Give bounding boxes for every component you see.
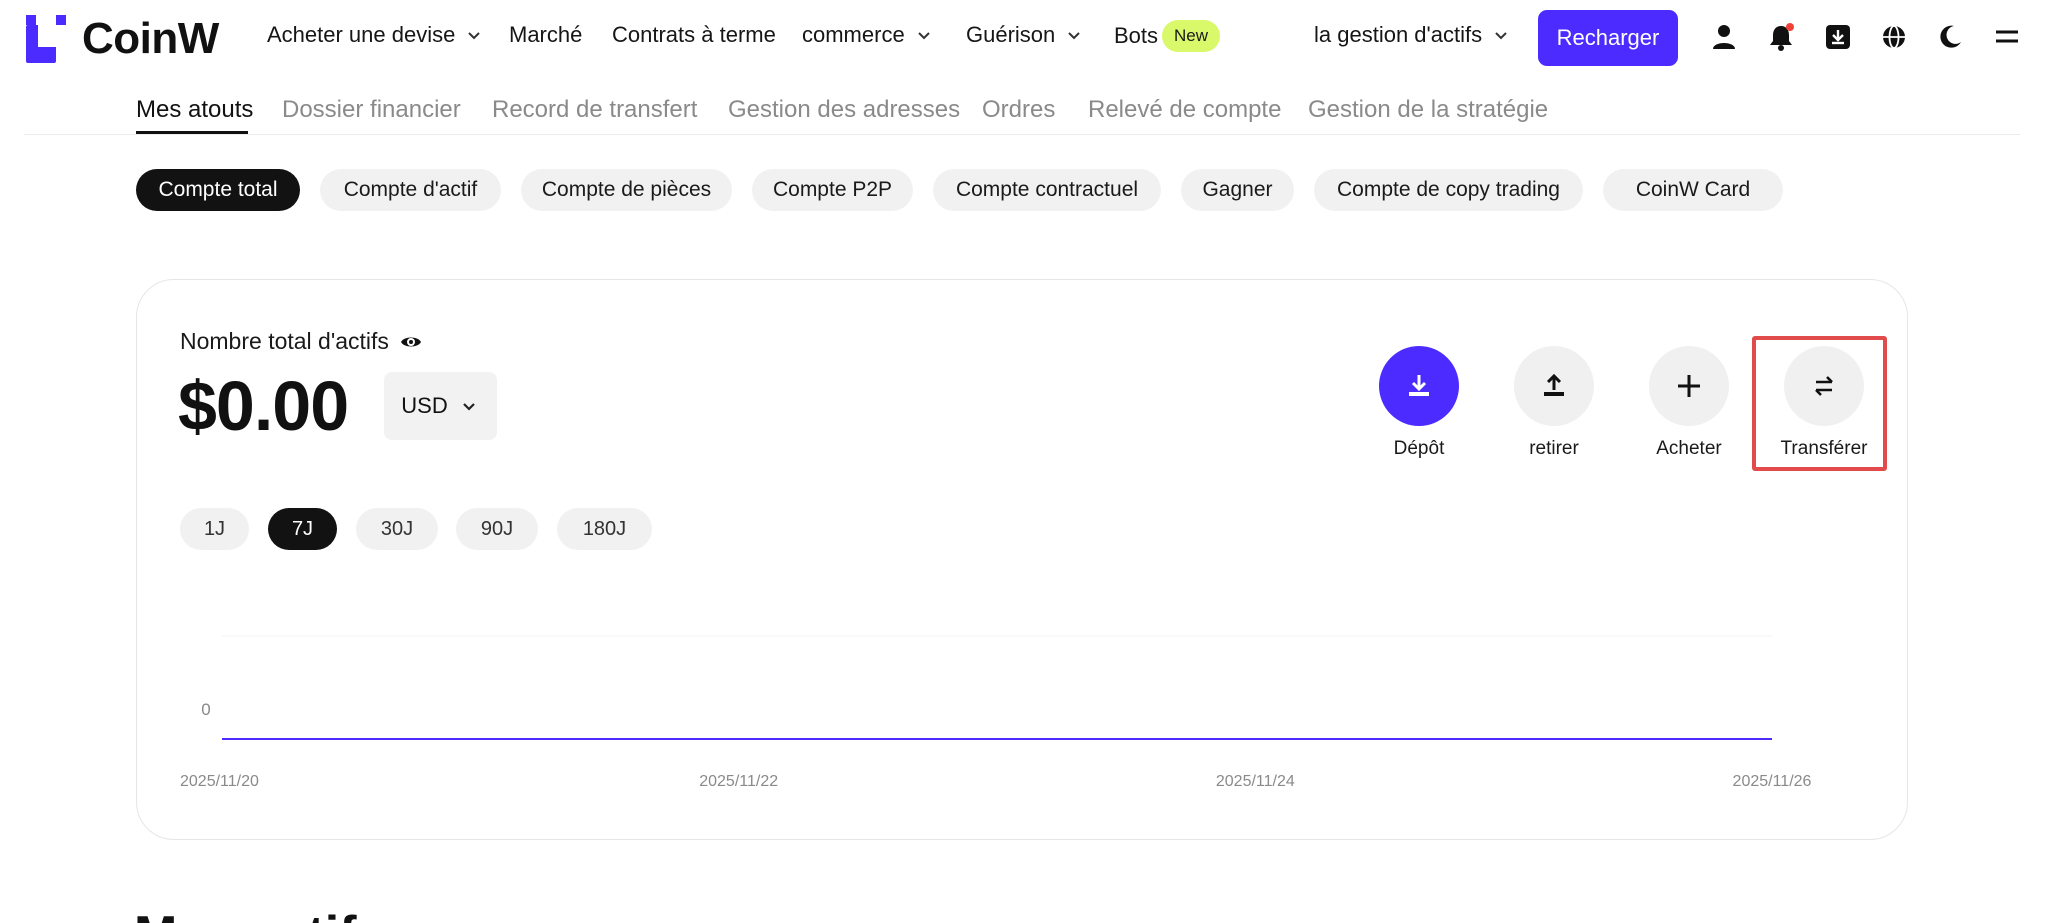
globe-icon[interactable] [1879, 22, 1909, 52]
tab-account-statement[interactable]: Relevé de compte [1088, 96, 1281, 124]
my-assets-heading: Mes actifs [134, 905, 385, 923]
nav-futures[interactable]: Contrats à terme [612, 22, 776, 48]
nav-label: la gestion d'actifs [1314, 22, 1483, 47]
chart-x-tick-label: 2025/11/20 [180, 773, 259, 790]
chart-y-tick-label: 0 [201, 700, 210, 719]
range-30d[interactable]: 30J [356, 508, 438, 550]
account-contract-pill[interactable]: Compte contractuel [933, 169, 1161, 211]
tab-my-assets[interactable]: Mes atouts [136, 96, 253, 124]
currency-select[interactable]: USD [384, 372, 497, 440]
menu-icon[interactable] [1992, 22, 2022, 52]
tab-orders[interactable]: Ordres [982, 96, 1055, 124]
plus-icon [1678, 375, 1700, 397]
account-total-pill[interactable]: Compte total [136, 169, 300, 211]
new-badge: New [1162, 20, 1221, 52]
transfer-circle [1784, 346, 1864, 426]
nav-label: Contrats à terme [612, 22, 776, 47]
nav-label: Guérison [966, 22, 1056, 47]
chart-x-tick-label: 2025/11/22 [699, 773, 778, 790]
coinw-logo[interactable]: CoinW [26, 14, 219, 64]
chevron-down-icon [468, 32, 481, 40]
range-7d[interactable]: 7J [268, 508, 337, 550]
brand-name: CoinW [82, 14, 219, 63]
nav-label: Acheter une devise [267, 22, 456, 47]
nav-asset-management[interactable]: la gestion d'actifs [1314, 22, 1512, 48]
withdraw-icon [1544, 373, 1564, 396]
nav-buy-crypto[interactable]: Acheter une devise [267, 22, 485, 48]
eye-icon[interactable] [399, 330, 423, 354]
nav-earn[interactable]: Guérison [966, 22, 1085, 48]
buy-circle [1649, 346, 1729, 426]
chevron-down-icon [462, 403, 475, 411]
account-coinw-card-pill[interactable]: CoinW Card [1603, 169, 1783, 211]
withdraw-circle [1514, 346, 1594, 426]
nav-label: Marché [509, 22, 583, 47]
bell-icon[interactable] [1766, 22, 1796, 52]
tab-address-management[interactable]: Gestion des adresses [728, 96, 960, 124]
account-earn-pill[interactable]: Gagner [1181, 169, 1294, 211]
transfer-label: Transférer [1780, 438, 1868, 459]
recharge-button[interactable]: Recharger [1538, 10, 1678, 66]
account-p2p-pill[interactable]: Compte P2P [752, 169, 913, 211]
chevron-down-icon [1068, 32, 1080, 40]
total-assets-label: Nombre total d'actifs [180, 328, 423, 355]
asset-history-chart: 0 2025/11/20 2025/11/22 2025/11/24 2025/11/2… [180, 635, 1812, 790]
total-balance: $0.00 [178, 367, 349, 445]
transfer-button[interactable]: Transférer [1781, 346, 1867, 459]
chart-x-tick-label: 2025/11/24 [1216, 773, 1295, 790]
nav-label: Bots [1114, 23, 1159, 48]
asset-subtabs: Mes atouts Dossier financier Record de t… [0, 92, 2048, 136]
subtabs-divider [24, 134, 2020, 135]
range-1d[interactable]: 1J [180, 508, 249, 550]
nav-market[interactable]: Marché [509, 22, 582, 48]
tab-strategy-management[interactable]: Gestion de la stratégie [1308, 96, 1548, 124]
chevron-down-icon [1495, 32, 1507, 40]
moon-icon[interactable] [1935, 22, 1965, 52]
account-copy-trading-pill[interactable]: Compte de copy trading [1314, 169, 1583, 211]
range-90d[interactable]: 90J [456, 508, 538, 550]
user-icon[interactable] [1709, 22, 1739, 52]
top-navigation: CoinW Acheter une devise Marché Contrats… [0, 0, 2048, 76]
nav-bots[interactable]: Bots New [1114, 20, 1221, 52]
withdraw-button[interactable]: retirer [1514, 346, 1594, 459]
deposit-button[interactable]: Dépôt [1379, 346, 1459, 459]
coinw-logo-icon [26, 15, 66, 63]
transfer-icon [1815, 376, 1833, 396]
chart-x-tick-label: 2025/11/26 [1733, 773, 1812, 790]
chevron-down-icon [917, 32, 930, 40]
buy-button[interactable]: Acheter [1649, 346, 1729, 459]
account-coins-pill[interactable]: Compte de pièces [521, 169, 732, 211]
tab-transfer-record[interactable]: Record de transfert [492, 96, 697, 124]
account-asset-pill[interactable]: Compte d'actif [320, 169, 501, 211]
download-app-icon[interactable] [1823, 22, 1853, 52]
nav-trade[interactable]: commerce [802, 22, 935, 48]
nav-label: commerce [802, 22, 905, 47]
deposit-icon [1409, 375, 1429, 396]
currency-value: USD [401, 393, 448, 418]
total-assets-text: Nombre total d'actifs [180, 328, 389, 354]
tab-financial-record[interactable]: Dossier financier [282, 96, 461, 124]
deposit-circle [1379, 346, 1459, 426]
range-180d[interactable]: 180J [557, 508, 652, 550]
